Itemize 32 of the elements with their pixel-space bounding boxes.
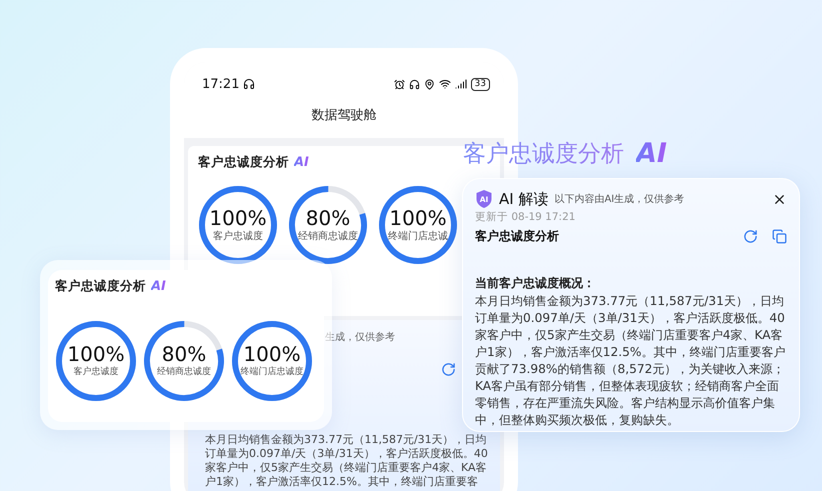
gauge-value: 100%: [389, 208, 447, 228]
analysis-text: 本月日均销售金额为373.77元（11,587元/31天），日均订单量为0.097单/天（3单/31天），客户活跃度极低。40家客户中，仅5家产生交易（终端门店重要客户4家、KA客户1家），客户激活率仅12.5%。其中，终端门店重要客: [205, 433, 489, 489]
gauge-value: 100%: [243, 344, 301, 364]
gauge-label: 客户忠诚度: [74, 366, 118, 378]
location-icon: [424, 78, 435, 90]
status-time: 17:21: [202, 76, 240, 92]
screen-title: 数据驾驶舱: [184, 100, 504, 138]
card-title: 客户忠诚度分析: [55, 278, 146, 295]
gauge-value: 100%: [209, 208, 267, 228]
dialog-title: AI 解读: [499, 190, 548, 208]
headphones-icon: [243, 78, 256, 90]
gauge-label: 客户忠诚度: [213, 230, 263, 242]
card-title: 客户忠诚度分析: [198, 154, 289, 171]
analysis-title: 客户忠诚度分析: [475, 228, 559, 245]
gauge-label: 经销商忠诚度: [298, 230, 358, 242]
disclaimer-text: 以下内容由AI生成，仅供参考: [554, 192, 686, 206]
updated-time: 更新于 08-19 17:21: [475, 210, 576, 224]
analysis-text: 本月日均销售金额为373.77元（11,587元/31天），日均订单量为0.097单/天（3单/31天），客户活跃度极低。40家客户中，仅5家产生交易（终端门店重要客户4家、KA客户1家），客户激活率仅12.5%。其中，终端门店重要客户贡献了73.98%的销售额（8,572元），为关键收入来源；KA客户虽有部分销售，但整体表现疲软；经销商客户全面零销售，存在严重流失风险。客户结构显示高价值客户集中，但整体购买频次极低，复购缺失。: [475, 293, 786, 429]
alarm-icon: [394, 78, 405, 90]
gauge-value: 80%: [306, 208, 350, 228]
gauge-value: 100%: [67, 344, 125, 364]
refresh-button[interactable]: [743, 229, 758, 244]
gauge-label: 终端门店忠诚度: [240, 366, 304, 378]
gauge-label: 终端门店忠诚: [388, 230, 448, 242]
refresh-button[interactable]: [441, 362, 456, 377]
copy-button[interactable]: [772, 229, 787, 244]
gauge-value: 80%: [162, 344, 206, 364]
disclaimer-text: 生成，仅供参考: [325, 330, 395, 344]
battery-level: 33: [470, 78, 490, 90]
gauge-label: 经销商忠诚度: [157, 366, 211, 378]
analysis-heading: 当前客户忠诚度概况：: [475, 275, 596, 292]
headphones-icon: [408, 78, 420, 90]
